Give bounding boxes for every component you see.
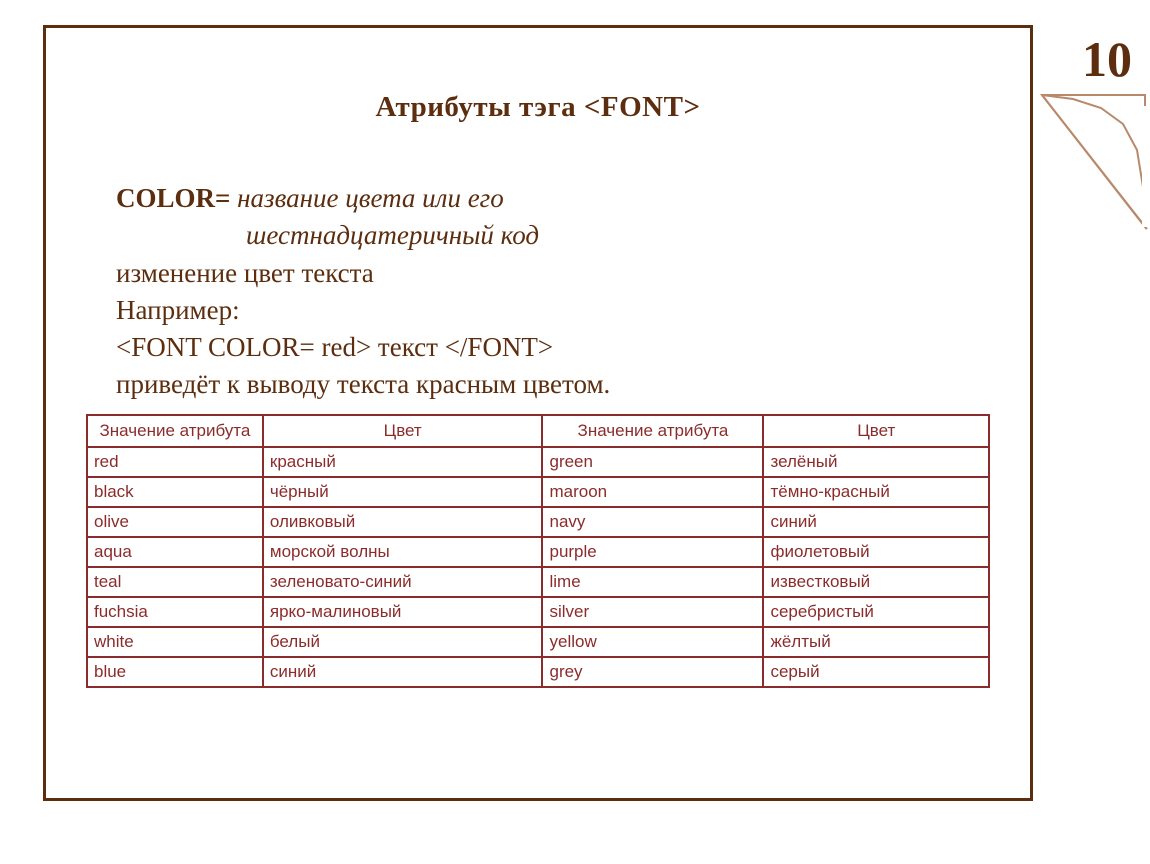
table-header-cell: Цвет [263,415,543,447]
slide-canvas: 10 Атрибуты тэга <FONT> COLOR= название … [0,0,1150,864]
table-row: blackчёрныйmaroonтёмно-красный [87,477,989,507]
table-cell: красный [263,447,543,477]
table-head: Значение атрибута Цвет Значение атрибута… [87,415,989,447]
table-cell: black [87,477,263,507]
table-header-cell: Цвет [763,415,989,447]
table-row: blueсинийgreyсерый [87,657,989,687]
table-cell: navy [542,507,763,537]
table-cell: чёрный [263,477,543,507]
table-cell: green [542,447,763,477]
table-cell: lime [542,567,763,597]
table-cell: grey [542,657,763,687]
table-cell: зелёный [763,447,989,477]
table-cell: olive [87,507,263,537]
example-label: Например: [116,292,990,329]
attribute-desc-1: название цвета или его [230,183,503,213]
example-result: приведёт к выводу текста красным цветом. [116,366,990,403]
table-cell: белый [263,627,543,657]
table-cell: тёмно-красный [763,477,989,507]
attribute-meaning: изменение цвет текста [116,255,990,292]
table-cell: blue [87,657,263,687]
color-table: Значение атрибута Цвет Значение атрибута… [86,414,990,688]
table-header-cell: Значение атрибута [542,415,763,447]
page-number: 10 [1082,30,1132,88]
table-header-row: Значение атрибута Цвет Значение атрибута… [87,415,989,447]
table-header-cell: Значение атрибута [87,415,263,447]
table-cell: ярко-малиновый [263,597,543,627]
table-row: whiteбелыйyellowжёлтый [87,627,989,657]
table-cell: синий [763,507,989,537]
table-cell: fuchsia [87,597,263,627]
table-cell: фиолетовый [763,537,989,567]
table-cell: синий [263,657,543,687]
table-cell: maroon [542,477,763,507]
table-row: oliveоливковыйnavyсиний [87,507,989,537]
table-cell: yellow [542,627,763,657]
table-cell: известковый [763,567,989,597]
table-cell: жёлтый [763,627,989,657]
slide-frame: Атрибуты тэга <FONT> COLOR= название цве… [43,25,1033,801]
slide-title: Атрибуты тэга <FONT> [86,91,990,124]
table-cell: оливковый [263,507,543,537]
table-cell: silver [542,597,763,627]
table-cell: серебристый [763,597,989,627]
table-cell: зеленовато-синий [263,567,543,597]
example-code: <FONT COLOR= red> текст </FONT> [116,329,990,366]
table-cell: red [87,447,263,477]
attribute-line: COLOR= название цвета или его [116,180,990,217]
table-row: tealзеленовато-синийlimeизвестковый [87,567,989,597]
table-row: fuchsiaярко-малиновыйsilverсеребристый [87,597,989,627]
table-cell: морской волны [263,537,543,567]
page-curl-icon [1037,92,1142,222]
table-cell: серый [763,657,989,687]
table-row: redкрасныйgreenзелёный [87,447,989,477]
body-text: COLOR= название цвета или его шестнадцат… [116,180,990,404]
table-cell: aqua [87,537,263,567]
attribute-desc-2: шестнадцатеричный код [246,217,990,254]
table-cell: teal [87,567,263,597]
table-cell: white [87,627,263,657]
table-row: aquaморской волныpurpleфиолетовый [87,537,989,567]
attribute-name: COLOR= [116,183,230,213]
table-cell: purple [542,537,763,567]
